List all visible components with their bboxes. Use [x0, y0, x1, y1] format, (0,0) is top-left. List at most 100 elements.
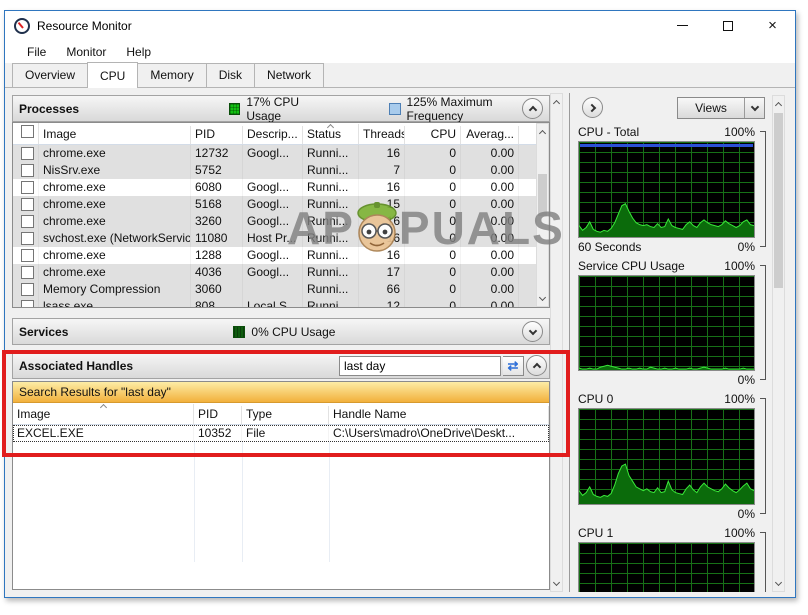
table-row[interactable]: chrome.exe12732Googl...Runni...1600.00 [13, 145, 549, 162]
row-checkbox[interactable] [21, 266, 34, 279]
processes-scrollbar[interactable] [536, 123, 549, 307]
cell-image: Memory Compression [39, 281, 191, 298]
menu-bar: FileMonitorHelp [5, 40, 795, 63]
annotation-red-box [2, 350, 570, 457]
table-row[interactable]: chrome.exe4036Googl...Runni...1700.00 [13, 264, 549, 281]
table-row[interactable]: svchost.exe (NetworkService...11080Host … [13, 230, 549, 247]
views-button[interactable]: Views [677, 97, 765, 119]
tab-memory[interactable]: Memory [137, 63, 206, 87]
graph-section: CPU - Total100%60 Seconds0% [578, 122, 768, 256]
column-header[interactable]: Status [303, 124, 359, 144]
collapse-pane-button[interactable] [582, 97, 603, 118]
pane-splitter[interactable] [569, 93, 570, 592]
tab-disk[interactable]: Disk [206, 63, 255, 87]
cell-threads: 17 [359, 264, 405, 281]
row-checkbox[interactable] [21, 181, 34, 194]
graphs-toolbar: Views [578, 95, 770, 122]
scroll-down-icon[interactable] [551, 576, 562, 591]
table-row[interactable]: Memory Compression3060Runni...6600.00 [13, 281, 549, 298]
column-header[interactable]: Image [39, 126, 191, 144]
cell-image: chrome.exe [39, 179, 191, 196]
menu-item-monitor[interactable]: Monitor [56, 40, 116, 63]
close-button[interactable]: × [750, 11, 795, 40]
scroll-down-icon[interactable] [537, 291, 548, 306]
cell-averag: 0.00 [461, 213, 519, 230]
tab-network[interactable]: Network [254, 63, 324, 87]
graph-min-label: 0% [738, 507, 755, 521]
graph-time-label: 60 Seconds [578, 240, 641, 254]
cell-cpu: 0 [405, 298, 461, 308]
cell-pid: 3060 [191, 281, 243, 298]
select-all-checkbox[interactable] [13, 122, 39, 144]
table-row[interactable]: chrome.exe3260Googl...Runni...1600.00 [13, 213, 549, 230]
chevron-right-icon [587, 103, 595, 111]
cell-status: Runni... [303, 179, 359, 196]
row-checkbox[interactable] [21, 300, 34, 308]
tab-overview[interactable]: Overview [12, 63, 88, 87]
expand-services-button[interactable] [522, 321, 543, 342]
menu-item-help[interactable]: Help [116, 40, 161, 63]
graph-max-label: 100% [724, 125, 755, 139]
graph-max-label: 100% [724, 392, 755, 406]
right-pane-scrollbar[interactable] [772, 95, 785, 592]
cell-status: Runni... [303, 196, 359, 213]
cell-cpu: 0 [405, 145, 461, 162]
row-checkbox[interactable] [21, 147, 34, 160]
maximize-button[interactable] [705, 11, 750, 40]
services-section: Services 0% CPU Usage [12, 318, 550, 345]
column-header[interactable]: Descrip... [243, 126, 303, 144]
cell-threads: 16 [359, 213, 405, 230]
scroll-up-icon[interactable] [537, 124, 548, 139]
cell-averag: 0.00 [461, 145, 519, 162]
max-frequency-swatch [389, 103, 400, 115]
cell-threads: 66 [359, 281, 405, 298]
cell-threads: 16 [359, 145, 405, 162]
row-checkbox[interactable] [21, 283, 34, 296]
table-row[interactable]: chrome.exe5168Googl...Runni...1500.00 [13, 196, 549, 213]
table-row[interactable]: NisSrv.exe5752Runni...700.00 [13, 162, 549, 179]
row-checkbox[interactable] [21, 215, 34, 228]
scroll-down-icon[interactable] [773, 576, 784, 591]
graph-max-label: 100% [724, 526, 755, 540]
row-checkbox[interactable] [21, 232, 34, 245]
table-row[interactable]: chrome.exe6080Googl...Runni...1600.00 [13, 179, 549, 196]
tab-cpu[interactable]: CPU [87, 62, 138, 88]
checkbox-icon [21, 125, 34, 138]
scroll-up-icon[interactable] [551, 94, 562, 109]
cell-averag: 0.00 [461, 196, 519, 213]
processes-table: ImagePIDDescrip...StatusThreadsCPUAverag… [12, 122, 550, 308]
cell-status: Runni... [303, 162, 359, 179]
cell-threads: 16 [359, 247, 405, 264]
cell-descrip: Googl... [243, 145, 303, 162]
table-row[interactable]: chrome.exe1288Googl...Runni...1600.00 [13, 247, 549, 264]
column-header[interactable]: CPU [405, 126, 461, 144]
cell-cpu: 0 [405, 162, 461, 179]
services-cpu-label: 0% CPU Usage [251, 325, 335, 339]
chevron-down-icon [528, 326, 536, 334]
cell-cpu: 0 [405, 281, 461, 298]
cell-cpu: 0 [405, 196, 461, 213]
maximize-icon [723, 21, 733, 31]
column-header[interactable]: PID [191, 126, 243, 144]
collapse-processes-button[interactable] [522, 98, 543, 119]
column-header[interactable]: Averag... [461, 126, 519, 144]
scroll-up-icon[interactable] [773, 96, 784, 111]
column-header[interactable]: Threads [359, 126, 405, 144]
resource-monitor-icon [14, 18, 30, 34]
chevron-up-icon [528, 106, 536, 114]
row-checkbox[interactable] [21, 164, 34, 177]
scale-bracket [760, 532, 766, 592]
views-dropdown-arrow[interactable] [744, 98, 764, 118]
scrollbar-thumb[interactable] [538, 174, 547, 216]
cell-pid: 5752 [191, 162, 243, 179]
menu-item-file[interactable]: File [17, 40, 56, 63]
row-checkbox[interactable] [21, 249, 34, 262]
scrollbar-thumb[interactable] [774, 113, 783, 288]
left-pane-scrollbar[interactable] [550, 93, 563, 592]
graph-title: CPU 1 [578, 526, 613, 540]
cell-descrip: Googl... [243, 196, 303, 213]
minimize-button[interactable] [660, 11, 705, 40]
row-checkbox[interactable] [21, 198, 34, 211]
table-row[interactable]: lsass.exe808Local S...Runni...1200.00 [13, 298, 549, 308]
cell-averag: 0.00 [461, 179, 519, 196]
